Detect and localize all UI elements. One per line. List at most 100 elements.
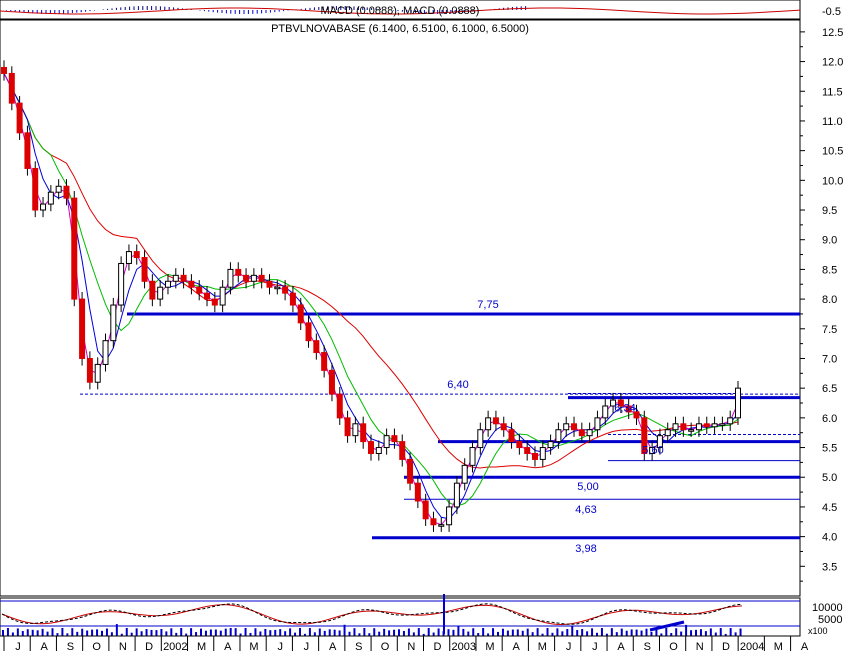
candle-down (414, 482, 421, 502)
candle-down (391, 435, 398, 443)
candle-down (32, 167, 39, 211)
x-tick-label: D (722, 641, 730, 652)
candle-down (243, 274, 250, 282)
x-tick-label: 2004 (740, 641, 764, 652)
candle-down (430, 518, 437, 526)
candle-down (258, 274, 265, 282)
x-tick-label: 2002 (163, 641, 187, 652)
candle-up (446, 506, 453, 526)
candle-down (344, 417, 351, 437)
candle-up (118, 262, 125, 306)
candle-up (453, 482, 460, 508)
candle-down (8, 72, 15, 104)
candle-up (555, 429, 562, 443)
candle-up (110, 304, 117, 342)
x-tick-label: M (197, 641, 206, 652)
candle-down (63, 185, 70, 199)
candle-down (24, 132, 31, 169)
price-tick-label: 4.5 (822, 502, 837, 514)
candle-up (485, 417, 492, 431)
price-tick-label: 7.0 (822, 353, 837, 365)
candle-down (508, 429, 515, 443)
volume-unit-label: x100 (808, 626, 828, 636)
candle-down (297, 304, 304, 324)
candle-up (352, 423, 359, 437)
x-tick-label: O (381, 641, 390, 652)
x-tick-label: D (434, 641, 442, 652)
level-label-640: 6,40 (447, 379, 468, 391)
x-tick-label: J (277, 641, 283, 652)
candle-up (688, 429, 695, 432)
candle-down (524, 447, 531, 454)
price-tick-label: 11.5 (822, 86, 843, 98)
candle-down (328, 369, 335, 395)
price-tick-label: 12.0 (822, 57, 843, 69)
volume-tick-label: 5000 (818, 614, 842, 626)
x-tick-label: J (15, 641, 21, 652)
candle-down (289, 292, 296, 306)
candle-down (196, 286, 203, 294)
x-tick-label: S (67, 641, 74, 652)
candle-up (719, 423, 726, 426)
candle-up (563, 423, 570, 431)
candle-up (711, 423, 718, 428)
x-tick-label: J (592, 641, 598, 652)
x-tick-label: A (41, 641, 49, 652)
candle-down (149, 280, 156, 300)
macd-tick-label: -0.5 (822, 6, 841, 18)
price-tick-label: 8.0 (822, 294, 837, 306)
x-tick-label: A (617, 641, 625, 652)
price-tick-label: 12.5 (822, 27, 843, 39)
candle-down (407, 458, 414, 484)
price-tick-label: 9.0 (822, 235, 837, 247)
x-tick-label: N (119, 641, 127, 652)
level-label-463: 4,63 (575, 504, 596, 516)
candle-up (157, 286, 164, 300)
candle-down (500, 423, 507, 431)
x-tick-label: O (92, 641, 101, 652)
candle-down (422, 500, 429, 520)
candle-up (250, 274, 257, 282)
candle-down (141, 257, 148, 282)
candle-up (172, 274, 179, 282)
volume-tick-label: 10000 (812, 602, 843, 614)
candle-up (477, 429, 484, 449)
candle-up (586, 429, 593, 437)
candle-up (219, 286, 226, 306)
x-tick-label: M (249, 641, 258, 652)
x-tick-label: M (774, 641, 783, 652)
candle-down (336, 393, 343, 419)
candle-up (94, 363, 101, 383)
candle-down (204, 292, 211, 300)
price-tick-label: 5.5 (822, 443, 837, 455)
x-tick-label: A (329, 641, 337, 652)
candle-up (547, 441, 554, 449)
candle-up (461, 464, 468, 484)
candle-down (282, 286, 289, 294)
price-tick-label: 5.0 (822, 472, 837, 484)
candle-up (274, 286, 281, 290)
candle-up (664, 429, 671, 437)
candle-down (680, 423, 687, 431)
level-label-560: 5,60 (642, 445, 663, 457)
candle-down (531, 452, 538, 460)
candle-up (383, 435, 390, 449)
candle-up (735, 387, 741, 419)
level-label-398: 3,98 (575, 543, 596, 555)
candle-down (321, 352, 328, 371)
price-tick-label: 4.0 (822, 532, 837, 544)
price-tick-label: 8.5 (822, 264, 837, 276)
price-tick-label: 10.0 (822, 175, 843, 187)
candle-up (672, 423, 679, 431)
candle-down (360, 423, 367, 443)
candle-down (16, 102, 23, 134)
candle-up (47, 191, 54, 205)
candle-down (188, 280, 195, 288)
candle-up (539, 447, 546, 460)
x-tick-label: 2003 (451, 641, 475, 652)
x-tick-label: S (355, 641, 362, 652)
price-tick-label: 6.5 (822, 383, 837, 395)
x-tick-label: J (304, 641, 310, 652)
x-tick-label: A (224, 641, 232, 652)
candle-down (571, 423, 578, 431)
